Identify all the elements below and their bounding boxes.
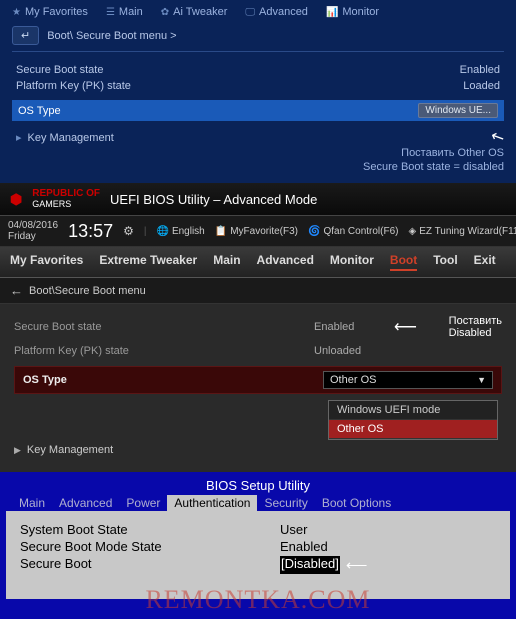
- secure-boot-value[interactable]: [Disabled]: [280, 556, 340, 574]
- tab-advanced[interactable]: 🖵 Advanced: [245, 6, 308, 18]
- tab-main[interactable]: ☰ Main: [106, 6, 143, 18]
- nav-favorites[interactable]: My Favorites: [10, 253, 83, 271]
- chevron-right-icon: ▶: [14, 445, 21, 456]
- star-icon: ★: [12, 7, 21, 18]
- tab-favorites[interactable]: ★ My Favorites: [12, 6, 88, 18]
- annotation-arrow-icon: ⟵: [394, 317, 417, 337]
- annotation-arrow-icon: ⟵: [346, 556, 368, 574]
- info-row: Secure Boot Mode StateEnabled: [20, 538, 496, 555]
- tab-power[interactable]: Power: [119, 495, 167, 511]
- qfan-button[interactable]: 🌀Qfan Control(F6): [308, 226, 398, 237]
- annotation-text: ПоставитьDisabled: [449, 315, 502, 339]
- tab-advanced[interactable]: Advanced: [52, 495, 119, 511]
- bios-panel-legacy: BIOS Setup Utility Main Advanced Power A…: [0, 472, 516, 619]
- back-button[interactable]: ←: [10, 283, 23, 298]
- info-row: Secure Boot stateEnabled: [12, 62, 504, 78]
- bios-panel-asus-blue: ★ My Favorites ☰ Main ✿ Ai Tweaker 🖵 Adv…: [0, 0, 516, 183]
- secure-boot-row[interactable]: Secure Boot[Disabled]⟵: [20, 555, 496, 575]
- os-type-row[interactable]: OS Type Windows UE...: [12, 100, 504, 121]
- content: System Boot StateUser Secure Boot Mode S…: [6, 511, 510, 599]
- gear-icon: ✿: [161, 7, 169, 18]
- top-tabs: ★ My Favorites ☰ Main ✿ Ai Tweaker 🖵 Adv…: [12, 4, 504, 24]
- nav-advanced[interactable]: Advanced: [257, 253, 314, 271]
- rog-logo: ⬢: [10, 192, 22, 206]
- globe-icon: 🌐: [156, 226, 168, 237]
- key-management-row[interactable]: ▸ Key Management: [12, 127, 118, 148]
- os-type-dropdown[interactable]: Other OS ▼: [323, 371, 493, 389]
- list-icon: 📋: [215, 226, 227, 237]
- dropdown-menu: Windows UEFI mode Other OS: [328, 400, 498, 440]
- breadcrumb-text: Boot\ Secure Boot menu >: [47, 30, 176, 42]
- header: ⬢ REPUBLIC OF GAMERS UEFI BIOS Utility –…: [0, 183, 516, 216]
- os-type-label: OS Type: [23, 374, 323, 386]
- chevron-down-icon: ▼: [477, 375, 486, 385]
- tab-monitor[interactable]: 📊 Monitor: [326, 6, 379, 18]
- nav-main[interactable]: Main: [213, 253, 240, 271]
- annotation-arrow-icon: ↖: [487, 125, 508, 149]
- nav-extreme-tweaker[interactable]: Extreme Tweaker: [99, 253, 197, 271]
- list-icon: ☰: [106, 7, 115, 18]
- nav-tool[interactable]: Tool: [433, 253, 457, 271]
- dropdown-option-selected[interactable]: Other OS: [329, 420, 497, 439]
- main-nav: My Favorites Extreme Tweaker Main Advanc…: [0, 247, 516, 278]
- dropdown-option[interactable]: Windows UEFI mode: [329, 401, 497, 420]
- top-tabs: Main Advanced Power Authentication Secur…: [0, 495, 516, 511]
- nav-exit[interactable]: Exit: [474, 253, 496, 271]
- key-management-row[interactable]: ▶ Key Management: [14, 440, 502, 460]
- back-button[interactable]: ↵: [12, 26, 39, 45]
- tab-ai-tweaker[interactable]: ✿ Ai Tweaker: [161, 6, 228, 18]
- submenu-icon: ▸: [16, 131, 22, 144]
- breadcrumb: ↵ Boot\ Secure Boot menu >: [12, 24, 504, 47]
- tab-main[interactable]: Main: [12, 495, 52, 511]
- wizard-icon: ◈: [408, 226, 416, 237]
- os-type-row[interactable]: OS Type Other OS ▼: [14, 366, 502, 394]
- language-button[interactable]: 🌐English: [156, 226, 204, 237]
- info-row: System Boot StateUser: [20, 521, 496, 538]
- bios-title: UEFI BIOS Utility – Advanced Mode: [110, 192, 317, 207]
- os-type-label: OS Type: [18, 105, 61, 117]
- advanced-icon: 🖵: [245, 7, 255, 18]
- annotation-text: Secure Boot state = disabled: [363, 161, 504, 173]
- annotation-text: Поставить Other OS: [363, 147, 504, 159]
- breadcrumb: ← Boot\Secure Boot menu: [0, 278, 516, 304]
- monitor-icon: 📊: [326, 7, 338, 18]
- info-bar: 04/08/2016 Friday 13:57 ⚙ | 🌐English 📋My…: [0, 216, 516, 247]
- fan-icon: 🌀: [308, 226, 320, 237]
- info-row: Platform Key (PK) stateLoaded: [12, 78, 504, 94]
- date-block: 04/08/2016 Friday: [8, 220, 58, 242]
- bios-title: BIOS Setup Utility: [0, 476, 516, 495]
- myfavorite-button[interactable]: 📋MyFavorite(F3): [215, 226, 298, 237]
- clock: 13:57: [68, 221, 113, 242]
- rog-logo-text: REPUBLIC OF GAMERS: [32, 189, 100, 209]
- tab-authentication[interactable]: Authentication: [167, 495, 257, 511]
- info-row: Secure Boot state Enabled ⟵ ПоставитьDis…: [14, 312, 502, 342]
- gear-icon[interactable]: ⚙: [123, 224, 134, 238]
- eztuning-button[interactable]: ◈EZ Tuning Wizard(F11): [408, 226, 516, 237]
- bios-panel-rog: ⬢ REPUBLIC OF GAMERS UEFI BIOS Utility –…: [0, 183, 516, 472]
- separator: [12, 51, 504, 52]
- nav-monitor[interactable]: Monitor: [330, 253, 374, 271]
- content: Secure Boot state Enabled ⟵ ПоставитьDis…: [0, 304, 516, 472]
- os-type-value-button[interactable]: Windows UE...: [418, 103, 498, 118]
- info-row: Platform Key (PK) state Unloaded: [14, 342, 502, 360]
- tab-boot-options[interactable]: Boot Options: [315, 495, 398, 511]
- tab-security[interactable]: Security: [257, 495, 314, 511]
- nav-boot[interactable]: Boot: [390, 253, 417, 271]
